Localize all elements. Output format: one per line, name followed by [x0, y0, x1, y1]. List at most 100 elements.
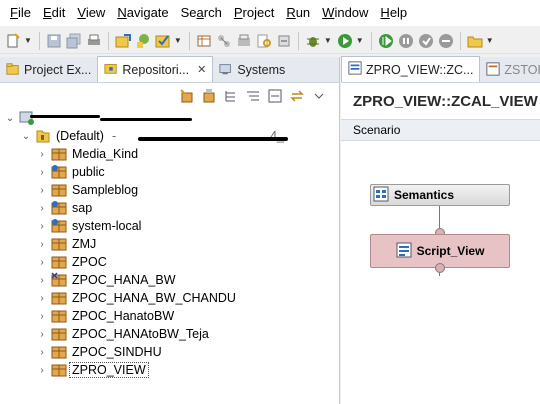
save-all-icon[interactable]: [65, 32, 83, 50]
tools-icon[interactable]: [275, 32, 293, 50]
menu-view[interactable]: View: [71, 0, 111, 26]
repository-icon: [104, 61, 118, 78]
menu-navigate[interactable]: Navigate: [111, 0, 174, 26]
chevron-down-icon[interactable]: ⌄: [20, 131, 32, 142]
terminate-icon[interactable]: [417, 32, 435, 50]
menu-file[interactable]: File: [4, 0, 37, 26]
menu-bar: File Edit View Navigate Search Project R…: [0, 0, 540, 26]
menu-navigate-label: avigate: [126, 5, 169, 20]
run-dropdown-icon[interactable]: ▼: [356, 36, 364, 45]
tab-zstori[interactable]: ZSTORI: [480, 58, 540, 82]
close-icon[interactable]: ✕: [197, 63, 206, 76]
resume-icon[interactable]: [377, 32, 395, 50]
view-menu-icon[interactable]: [311, 88, 327, 104]
chevron-right-icon[interactable]: ›: [36, 203, 48, 214]
tab-zpro-view[interactable]: ZPRO_VIEW::ZC...: [341, 56, 481, 82]
tab-zpro-view-label: ZPRO_VIEW::ZC...: [366, 62, 474, 77]
tree-package-label: ZPOC_HANAtoBW_Teja: [72, 327, 209, 341]
scenario-canvas[interactable]: Semantics Script_View: [341, 141, 540, 404]
suspend-icon[interactable]: [397, 32, 415, 50]
menu-run[interactable]: Run: [280, 0, 316, 26]
open-system-icon[interactable]: [114, 32, 132, 50]
tree-package-node[interactable]: › ZPOC_HANA_BW_CHANDU: [36, 289, 238, 307]
tree-package-label: ZPOC_HanatoBW: [72, 309, 175, 323]
menu-search[interactable]: Search: [175, 0, 228, 26]
tree-system-node[interactable]: ⌄: [4, 109, 42, 127]
chevron-right-icon[interactable]: ›: [36, 221, 48, 232]
chevron-right-icon[interactable]: ›: [36, 149, 48, 160]
menu-window[interactable]: Window: [316, 0, 374, 26]
tree-workspace-node[interactable]: ⌄ (Default) - 4_: [20, 127, 286, 145]
save-icon[interactable]: [45, 32, 63, 50]
chevron-right-icon[interactable]: ›: [36, 167, 48, 178]
data-preview-icon[interactable]: [195, 32, 213, 50]
tab-repositories[interactable]: Repositori... ✕: [97, 56, 214, 82]
output-connector[interactable]: [435, 263, 445, 273]
new-package-icon[interactable]: [179, 88, 195, 104]
activate-icon[interactable]: [134, 32, 152, 50]
calculation-view-editor: ZPRO_VIEW::ZC... ZSTORI ZPRO_VIEW::ZCAL_…: [341, 56, 540, 404]
tree-package-node[interactable]: › Sampleblog: [36, 181, 140, 199]
debug-dropdown-icon[interactable]: ▼: [324, 36, 332, 45]
chevron-right-icon[interactable]: ›: [36, 257, 48, 268]
collapse-icon[interactable]: [223, 88, 239, 104]
tree-package-node[interactable]: › system-local: [36, 217, 143, 235]
package-icon: [51, 290, 67, 306]
tree-package-node[interactable]: › public: [36, 163, 107, 181]
search-icon[interactable]: [255, 32, 273, 50]
tab-project-explorer[interactable]: Project Ex...: [0, 58, 97, 82]
menu-navigate-mnemonic: N: [117, 5, 127, 20]
chevron-right-icon[interactable]: ›: [36, 347, 48, 358]
chevron-right-icon[interactable]: ›: [36, 365, 48, 376]
refresh-view-icon[interactable]: [267, 88, 283, 104]
check-dropdown-icon[interactable]: ▼: [174, 36, 182, 45]
menu-edit-label: dit: [51, 5, 66, 20]
script-view-node-label: Script_View: [416, 244, 485, 258]
print-preview-icon[interactable]: [235, 32, 253, 50]
expand-icon[interactable]: [245, 88, 261, 104]
chevron-right-icon[interactable]: ›: [36, 185, 48, 196]
menu-edit[interactable]: Edit: [37, 0, 71, 26]
new-icon[interactable]: [4, 32, 22, 50]
package-icon: [51, 326, 67, 342]
menu-help-label: elp: [389, 5, 408, 20]
chevron-right-icon[interactable]: ›: [36, 311, 48, 322]
package-icon: [51, 362, 67, 378]
tree-package-label: ZPOC_HANA_BW_CHANDU: [72, 291, 236, 305]
chevron-right-icon[interactable]: ›: [36, 239, 48, 250]
run-icon[interactable]: [336, 32, 354, 50]
disconnect-icon[interactable]: [437, 32, 455, 50]
toolbar-separator: [38, 31, 40, 50]
tree-package-node[interactable]: › sap: [36, 199, 94, 217]
tree-package-label: ZPRO_VIEW: [69, 362, 149, 378]
tree-package-node[interactable]: › Media_Kind: [36, 145, 140, 163]
connect-icon[interactable]: [215, 32, 233, 50]
semantics-node[interactable]: Semantics: [370, 184, 510, 206]
tree-package-node[interactable]: › ZMJ: [36, 235, 98, 253]
chevron-right-icon[interactable]: ›: [36, 329, 48, 340]
tree-package-node[interactable]: › ZPOC_SINDHU: [36, 343, 164, 361]
chevron-right-icon[interactable]: ›: [36, 275, 48, 286]
chevron-down-icon[interactable]: ⌄: [4, 113, 16, 124]
menu-run-mnemonic: R: [286, 5, 296, 20]
tree-package-node[interactable]: › ZPOC_HanatoBW: [36, 307, 176, 325]
tree-package-node[interactable]: › ZPRO_VIEW: [36, 361, 149, 379]
new-dropdown-icon[interactable]: ▼: [24, 36, 32, 45]
tab-systems[interactable]: Systems: [213, 58, 291, 82]
open-folder-icon[interactable]: [466, 32, 484, 50]
tree-package-node[interactable]: › ZPOC_HANA_BW: [36, 271, 178, 289]
debug-icon[interactable]: [304, 32, 322, 50]
chevron-right-icon[interactable]: ›: [36, 293, 48, 304]
tree-package-label: ZMJ: [72, 237, 97, 251]
filter-icon[interactable]: [201, 88, 217, 104]
menu-project[interactable]: Project: [228, 0, 280, 26]
link-editor-icon[interactable]: [289, 88, 305, 104]
check-icon[interactable]: [154, 32, 172, 50]
menu-edit-mnemonic: E: [42, 5, 52, 20]
tree-workspace-label: (Default): [56, 129, 104, 143]
menu-help[interactable]: Help: [374, 0, 413, 26]
tree-package-node[interactable]: › ZPOC: [36, 253, 109, 271]
print-icon[interactable]: [85, 32, 103, 50]
tree-package-node[interactable]: › ZPOC_HANAtoBW_Teja: [36, 325, 211, 343]
open-folder-dropdown-icon[interactable]: ▼: [486, 36, 494, 45]
